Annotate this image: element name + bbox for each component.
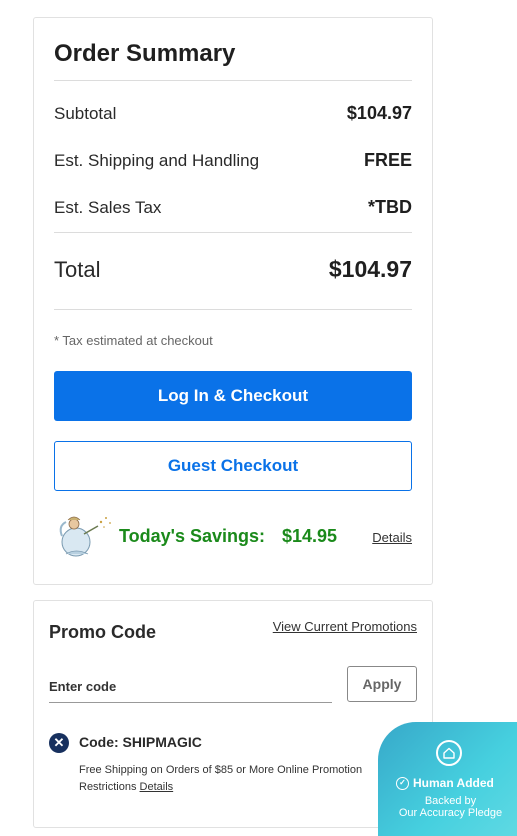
badge-title: Human Added <box>413 776 494 790</box>
divider <box>54 80 412 81</box>
subtotal-label: Subtotal <box>54 103 117 123</box>
applied-promo-description: Free Shipping on Orders of $85 or More O… <box>79 762 389 796</box>
total-row: Total $104.97 <box>54 256 412 283</box>
badge-subtitle: Backed by Our Accuracy Pledge <box>378 795 517 819</box>
tax-value: *TBD <box>368 197 412 217</box>
shipping-row: Est. Shipping and Handling FREE <box>54 150 412 171</box>
close-circle-icon[interactable]: ✕ <box>49 733 69 753</box>
promo-code-card: Promo Code View Current Promotions Apply… <box>33 600 433 828</box>
fairy-icon <box>54 512 114 560</box>
total-value: $104.97 <box>328 256 412 282</box>
view-promotions-link[interactable]: View Current Promotions <box>273 619 417 634</box>
tax-label: Est. Sales Tax <box>54 197 162 217</box>
tax-row: Est. Sales Tax *TBD <box>54 197 412 218</box>
divider <box>54 309 412 310</box>
check-circle-icon: ✓ <box>396 776 409 790</box>
login-checkout-button[interactable]: Log In & Checkout <box>54 371 412 421</box>
tax-note: * Tax estimated at checkout <box>54 333 213 348</box>
total-label: Total <box>54 256 101 282</box>
applied-promo-code: Code: SHIPMAGIC <box>79 734 202 750</box>
savings-label: Today's Savings: <box>119 526 265 546</box>
shipping-label: Est. Shipping and Handling <box>54 150 260 170</box>
order-summary-card: Order Summary Subtotal $104.97 Est. Ship… <box>33 17 433 585</box>
order-summary-title: Order Summary <box>54 40 236 67</box>
badge-line-1: Backed by <box>424 795 477 807</box>
applied-promo-text: Free Shipping on Orders of $85 or More O… <box>79 764 363 793</box>
guest-checkout-button[interactable]: Guest Checkout <box>54 441 412 491</box>
savings-details-link[interactable]: Details <box>372 530 412 545</box>
house-icon <box>436 740 462 766</box>
promo-code-title: Promo Code <box>49 622 157 642</box>
promo-code-input[interactable] <box>49 671 332 703</box>
savings-row: Today's Savings: $14.95 Details <box>54 512 412 560</box>
savings-value: $14.95 <box>282 526 338 546</box>
divider <box>54 232 412 233</box>
apply-button[interactable]: Apply <box>347 666 417 702</box>
human-added-line: ✓ Human Added <box>396 776 494 790</box>
subtotal-row: Subtotal $104.97 <box>54 103 412 124</box>
subtotal-value: $104.97 <box>346 103 412 123</box>
accuracy-pledge-badge[interactable]: ✓ Human Added Backed by Our Accuracy Ple… <box>378 722 517 836</box>
shipping-value: FREE <box>363 150 412 170</box>
badge-line-2: Our Accuracy Pledge <box>398 807 503 819</box>
promo-details-link[interactable]: Details <box>140 781 174 793</box>
